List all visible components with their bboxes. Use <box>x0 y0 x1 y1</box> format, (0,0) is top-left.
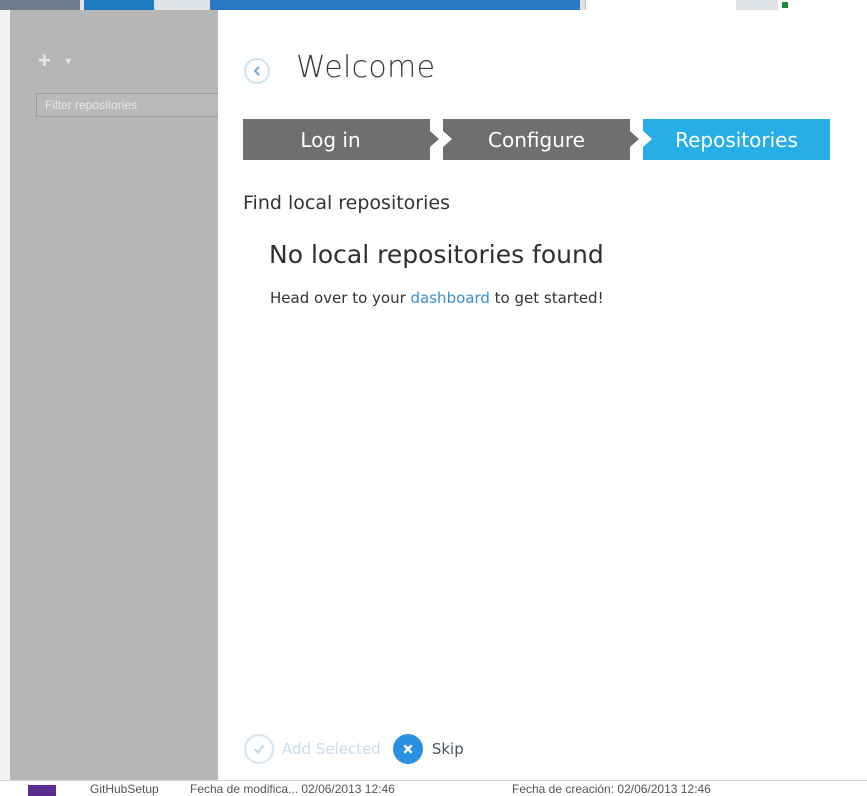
background-segment <box>210 0 580 10</box>
setup-steps: Log in Configure Repositories <box>243 119 830 160</box>
page-title: Welcome <box>296 50 436 85</box>
chevron-left-icon <box>254 66 260 76</box>
background-segment <box>778 0 867 10</box>
plus-icon[interactable]: + <box>38 50 51 72</box>
step-notch <box>643 131 652 147</box>
empty-state-message: Head over to your dashboard to get start… <box>270 289 604 307</box>
empty-state-text: Head over to your <box>270 289 411 307</box>
step-label: Repositories <box>675 127 798 152</box>
back-button[interactable] <box>244 58 270 84</box>
filter-repositories-input[interactable] <box>36 93 226 117</box>
background-segment <box>0 0 80 10</box>
empty-state-text: to get started! <box>489 289 604 307</box>
step-label: Log in <box>300 127 361 152</box>
step-arrow <box>430 131 439 147</box>
file-modified: Fecha de modifica... 02/06/2013 12:46 <box>190 782 395 796</box>
file-created: Fecha de creación: 02/06/2013 12:46 <box>512 782 711 796</box>
background-window-strip <box>0 0 867 10</box>
repository-sidebar: + ▼ <box>10 10 226 780</box>
skip-button[interactable]: Skip <box>392 734 464 764</box>
step-configure[interactable]: Configure <box>443 119 639 160</box>
step-notch <box>443 131 452 147</box>
welcome-dialog: Welcome Log in Configure Repositories Fi… <box>218 10 867 780</box>
add-selected-label: Add Selected <box>282 740 381 758</box>
dialog-footer: Add Selected Skip <box>244 734 464 764</box>
section-heading: Find local repositories <box>243 192 450 214</box>
step-log-in[interactable]: Log in <box>243 119 439 160</box>
step-label: Configure <box>488 127 585 152</box>
background-segment <box>585 0 736 10</box>
step-repositories[interactable]: Repositories <box>643 119 830 160</box>
skip-label: Skip <box>431 740 464 758</box>
background-file-row: GitHubSetup Fecha de modifica... 02/06/2… <box>0 780 867 796</box>
background-segment <box>84 0 154 10</box>
file-icon <box>28 785 56 796</box>
add-selected-button[interactable]: Add Selected <box>244 734 381 764</box>
file-name: GitHubSetup <box>90 782 159 796</box>
empty-state-title: No local repositories found <box>269 240 604 269</box>
dashboard-link[interactable]: dashboard <box>411 289 490 307</box>
check-icon <box>244 734 274 764</box>
caret-down-icon[interactable]: ▼ <box>64 56 73 66</box>
close-icon <box>392 734 423 764</box>
step-arrow <box>630 131 639 147</box>
